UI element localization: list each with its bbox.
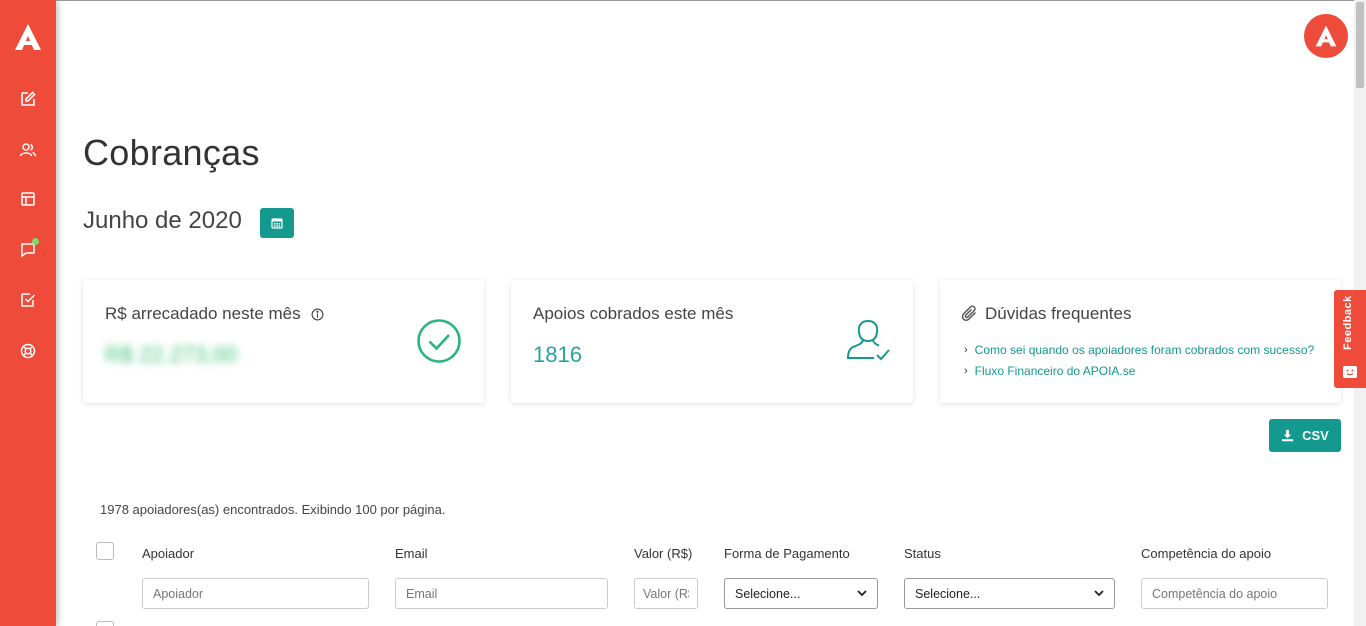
- feedback-face-icon: [1343, 366, 1357, 378]
- faq-title: Dúvidas frequentes: [961, 304, 1131, 324]
- sidebar-item-tasks[interactable]: [17, 289, 39, 311]
- select-all-checkbox[interactable]: [96, 542, 114, 560]
- feedback-tab[interactable]: Feedback: [1334, 290, 1366, 388]
- column-header-value[interactable]: Valor (R$): [634, 546, 692, 561]
- chevron-down-icon: [1094, 590, 1104, 597]
- row-checkbox[interactable]: [96, 621, 114, 626]
- csv-download-button[interactable]: CSV: [1269, 419, 1341, 452]
- faq-card: Dúvidas frequentes › Como sei quando os …: [940, 280, 1341, 403]
- layout-icon: [21, 192, 35, 206]
- lifebuoy-icon: [20, 343, 36, 359]
- value-filter-input[interactable]: [634, 578, 698, 609]
- apoia-brand-icon[interactable]: [1304, 14, 1348, 58]
- chevron-right-icon: ›: [964, 365, 968, 377]
- sidebar-item-users[interactable]: [17, 139, 39, 161]
- column-header-status[interactable]: Status: [904, 546, 941, 561]
- notification-dot: [32, 238, 39, 245]
- results-summary: 1978 apoiadores(as) encontrados. Exibind…: [100, 502, 446, 517]
- period-filter-input[interactable]: [1141, 578, 1328, 609]
- column-header-period[interactable]: Competência do apoio: [1141, 546, 1271, 561]
- user-check-icon: [846, 319, 890, 361]
- paperclip-icon: [961, 305, 977, 322]
- edit-icon: [21, 91, 36, 106]
- check-circle-icon: [417, 319, 461, 363]
- status-filter-select[interactable]: Selecione...: [904, 578, 1115, 609]
- column-header-payment[interactable]: Forma de Pagamento: [724, 546, 850, 561]
- column-header-email[interactable]: Email: [395, 546, 428, 561]
- top-border: [56, 0, 1366, 1]
- sidebar-item-messages[interactable]: [17, 238, 39, 261]
- payment-filter-value: Selecione...: [735, 586, 801, 601]
- info-icon[interactable]: [311, 308, 324, 321]
- page-title: Cobranças: [83, 132, 260, 173]
- calendar-button[interactable]: [260, 208, 294, 238]
- email-filter-input[interactable]: [395, 578, 608, 609]
- column-header-supporter[interactable]: Apoiador: [142, 546, 194, 561]
- chevron-right-icon: ›: [964, 344, 968, 356]
- payment-filter-select[interactable]: Selecione...: [724, 578, 878, 609]
- raised-label: R$ arrecadado neste mês: [105, 304, 324, 324]
- supporter-filter-input[interactable]: [142, 578, 369, 609]
- supports-value: 1816: [533, 342, 582, 367]
- apoia-logo-icon[interactable]: [12, 22, 44, 52]
- raised-card: R$ arrecadado neste mês R$ 22.273,00: [83, 280, 484, 403]
- faq-link-charged[interactable]: › Como sei quando os apoiadores foram co…: [964, 343, 1314, 357]
- faq-link-financial-flow[interactable]: › Fluxo Financeiro do APOIA.se: [964, 364, 1135, 378]
- download-icon: [1282, 429, 1294, 442]
- status-filter-value: Selecione...: [915, 586, 981, 601]
- raised-value: R$ 22.273,00: [105, 342, 238, 367]
- users-icon: [19, 143, 37, 157]
- checklist-icon: [21, 293, 36, 307]
- sidebar-item-edit[interactable]: [17, 88, 39, 110]
- sidebar-item-support[interactable]: [17, 340, 39, 362]
- sidebar-item-layout[interactable]: [17, 188, 39, 210]
- calendar-icon: [271, 218, 283, 229]
- month-label: Junho de 2020: [83, 207, 242, 234]
- chevron-down-icon: [857, 590, 867, 597]
- supports-label: Apoios cobrados este mês: [533, 304, 734, 323]
- feedback-label: Feedback: [1342, 295, 1354, 350]
- scrollbar-thumb[interactable]: [1356, 2, 1364, 88]
- supports-card: Apoios cobrados este mês 1816: [511, 280, 913, 403]
- sidebar: [0, 0, 56, 626]
